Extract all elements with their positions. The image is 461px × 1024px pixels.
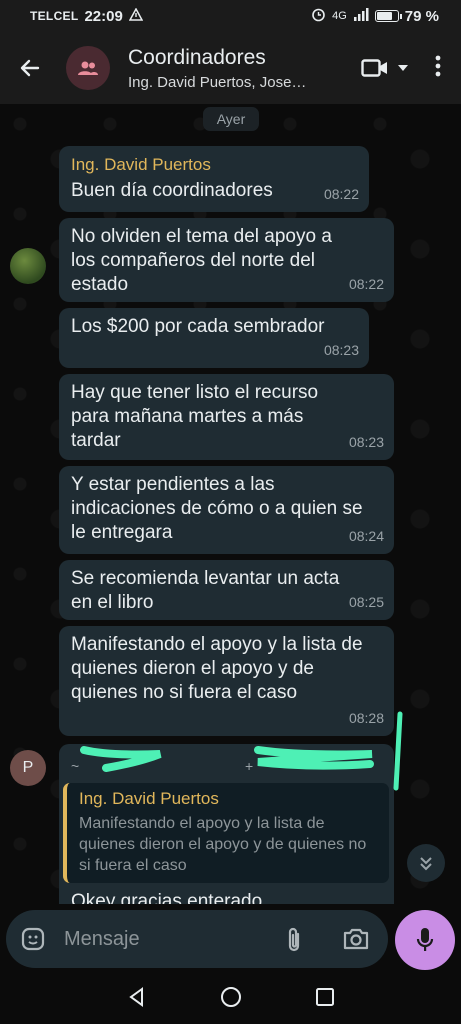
day-divider: Ayer bbox=[203, 107, 259, 131]
sender-avatar[interactable] bbox=[10, 248, 46, 284]
message-bubble[interactable]: Ing. David Puertos Buen día coordinadore… bbox=[59, 146, 369, 212]
nav-home-button[interactable] bbox=[220, 986, 242, 1013]
message-time: 08:22 bbox=[323, 186, 359, 202]
voice-message-button[interactable] bbox=[395, 910, 455, 970]
quoted-message[interactable]: Ing. David Puertos Manifestando el apoyo… bbox=[63, 783, 389, 883]
message-input[interactable]: Mensaje bbox=[64, 928, 140, 951]
circle-home-icon bbox=[220, 986, 241, 1007]
message-text: Y estar pendientes a las indicaciones de… bbox=[71, 474, 363, 543]
sticker-button[interactable] bbox=[20, 926, 46, 952]
nav-recents-button[interactable] bbox=[315, 987, 335, 1012]
group-icon bbox=[78, 61, 98, 75]
network-type: 4G bbox=[332, 10, 347, 22]
message-time: 08:24 bbox=[348, 528, 384, 544]
back-button[interactable] bbox=[0, 32, 60, 104]
video-camera-icon bbox=[361, 59, 387, 77]
system-navigation-bar bbox=[0, 974, 461, 1024]
message-input-box[interactable]: Mensaje bbox=[6, 910, 388, 968]
arrow-left-icon bbox=[20, 59, 40, 77]
chevron-down-icon bbox=[398, 65, 408, 71]
square-recents-icon bbox=[315, 987, 334, 1006]
chat-title-block[interactable]: Coordinadores Ing. David Puertos, Jose… bbox=[128, 46, 328, 91]
reply-text: Okey gracias enterado bbox=[71, 891, 263, 904]
triangle-back-icon bbox=[128, 986, 143, 1007]
nav-back-button[interactable] bbox=[127, 986, 147, 1012]
message-bubble[interactable]: No olviden el tema del apoyo a los compa… bbox=[59, 218, 394, 302]
message-text: Manifestando el apoyo y la lista de quie… bbox=[71, 634, 363, 703]
attach-button[interactable] bbox=[284, 926, 304, 959]
status-bar: TELCEL 22:09 4G 79 % bbox=[0, 0, 461, 32]
camera-button[interactable] bbox=[342, 927, 370, 956]
quoted-text: Manifestando el apoyo y la lista de quie… bbox=[79, 815, 367, 874]
message-time: 08:22 bbox=[348, 276, 384, 292]
warning-icon bbox=[128, 7, 144, 24]
carrier-label: TELCEL bbox=[30, 9, 79, 23]
video-call-button[interactable] bbox=[355, 58, 415, 78]
battery-level bbox=[376, 12, 393, 20]
battery-percent: 79 % bbox=[404, 7, 439, 25]
chat-participants: Ing. David Puertos, Jose… bbox=[128, 73, 307, 91]
message-bubble[interactable]: Los $200 por cada sembrador 08:23 bbox=[59, 308, 369, 368]
group-avatar[interactable] bbox=[66, 46, 110, 90]
quoted-sender-name: Ing. David Puertos bbox=[79, 789, 219, 808]
clock: 22:09 bbox=[84, 7, 123, 25]
signal-icon bbox=[353, 8, 369, 24]
paperclip-icon bbox=[288, 927, 300, 952]
scroll-to-bottom-button[interactable] bbox=[407, 844, 445, 882]
sender-name[interactable]: Ing. David Puertos bbox=[71, 153, 357, 177]
message-text: Se recomienda levantar un acta en el lib… bbox=[71, 568, 340, 613]
message-bubble[interactable]: Se recomienda levantar un acta en el lib… bbox=[59, 560, 394, 620]
more-options-button[interactable] bbox=[425, 55, 451, 82]
sticker-icon bbox=[21, 927, 45, 951]
message-bubble[interactable]: Y estar pendientes a las indicaciones de… bbox=[59, 466, 394, 554]
message-time: 08:25 bbox=[348, 594, 384, 610]
message-time: 08:23 bbox=[348, 434, 384, 450]
alarm-icon bbox=[311, 7, 326, 25]
camera-icon bbox=[343, 928, 369, 950]
message-time: 08:23 bbox=[323, 342, 359, 358]
battery-icon bbox=[374, 10, 402, 22]
message-list[interactable]: Ayer Ing. David Puertos Buen día coordin… bbox=[0, 104, 461, 904]
chat-header: Coordinadores Ing. David Puertos, Jose… bbox=[0, 32, 461, 104]
message-text: Hay que tener listo el recurso para maña… bbox=[71, 382, 319, 451]
microphone-icon bbox=[416, 928, 434, 951]
message-text: No olviden el tema del apoyo a los compa… bbox=[71, 226, 332, 295]
message-text: Los $200 por cada sembrador bbox=[71, 316, 325, 337]
message-text: Buen día coordinadores bbox=[71, 180, 273, 201]
more-vert-icon bbox=[435, 55, 441, 76]
composer: Mensaje bbox=[0, 904, 461, 974]
double-chevron-down-icon bbox=[420, 857, 432, 871]
chat-title: Coordinadores bbox=[128, 45, 266, 69]
message-bubble[interactable]: Hay que tener listo el recurso para maña… bbox=[59, 374, 394, 460]
